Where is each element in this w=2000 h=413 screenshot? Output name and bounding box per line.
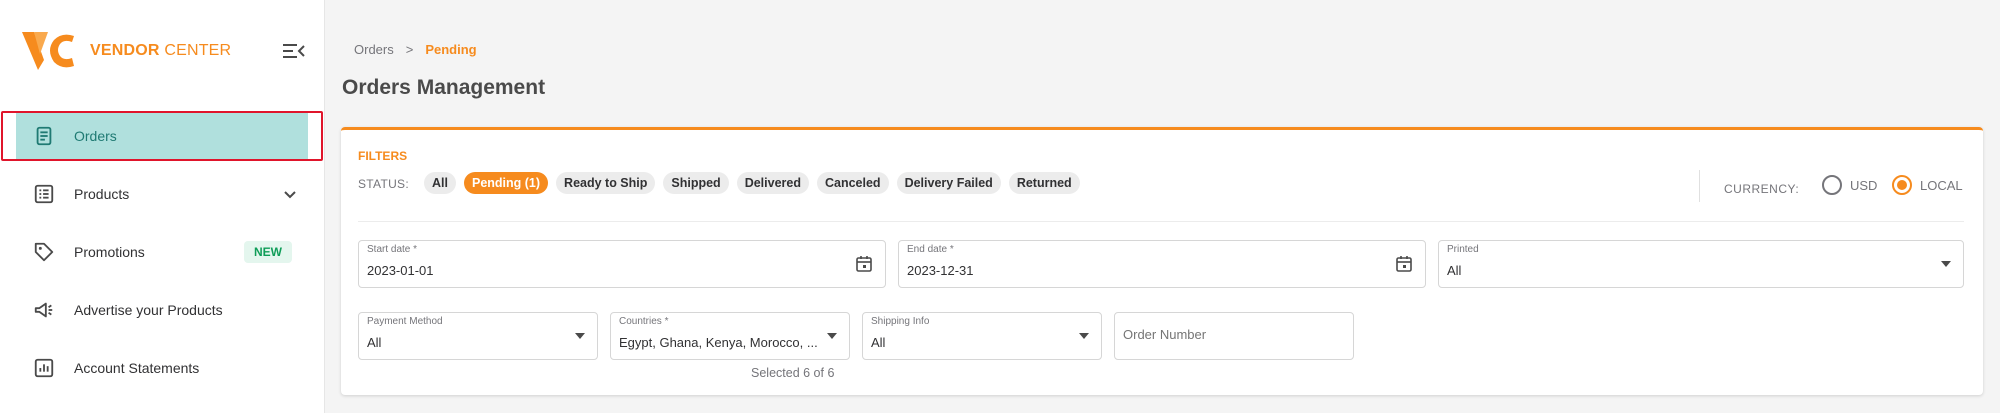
vc-logo-icon (22, 32, 74, 70)
shipping-info-label: Shipping Info (871, 316, 930, 327)
payment-method-select[interactable]: Payment Method All (358, 312, 598, 360)
brand-name: VENDOR CENTER (90, 42, 231, 60)
currency-usd-radio[interactable]: USD (1822, 175, 1877, 195)
end-date-field[interactable]: End date * 2023-12-31 (898, 240, 1426, 288)
chevron-down-icon[interactable] (280, 184, 300, 204)
radio-label-usd: USD (1850, 177, 1878, 193)
brand-name-thin: CENTER (164, 42, 232, 59)
brand-name-bold: VENDOR (90, 42, 160, 59)
printed-select[interactable]: Printed All (1438, 240, 1964, 288)
status-label: STATUS: (358, 177, 409, 191)
new-badge: NEW (244, 241, 292, 263)
sidebar-item-label: Promotions (74, 244, 145, 260)
countries-selected-count: Selected 6 of 6 (751, 366, 835, 380)
shipping-info-select[interactable]: Shipping Info All (862, 312, 1102, 360)
sidebar-item-advertise[interactable]: Advertise your Products (16, 287, 308, 333)
dropdown-arrow-icon (575, 333, 585, 339)
status-chip-canceled[interactable]: Canceled (816, 172, 889, 194)
status-chip-shipped[interactable]: Shipped (663, 172, 729, 194)
sidebar-item-account-statements[interactable]: Account Statements (16, 345, 308, 391)
currency-label: CURRENCY: (1724, 182, 1800, 196)
payment-method-value: All (367, 335, 382, 350)
sidebar-item-label: Advertise your Products (74, 302, 223, 318)
filters-title: FILTERS (358, 149, 408, 163)
status-chip-delivered[interactable]: Delivered (736, 172, 809, 194)
breadcrumb-orders-link[interactable]: Orders (354, 42, 394, 57)
divider (358, 221, 1964, 222)
start-date-value: 2023-01-01 (367, 263, 434, 278)
countries-value: Egypt, Ghana, Kenya, Morocco, ... (619, 335, 818, 350)
dropdown-arrow-icon (1079, 333, 1089, 339)
dropdown-arrow-icon (1941, 261, 1951, 267)
end-date-value: 2023-12-31 (907, 263, 974, 278)
calendar-icon[interactable] (1395, 255, 1413, 273)
status-chip-all[interactable]: All (424, 172, 456, 194)
breadcrumb-separator: > (405, 42, 414, 57)
printed-label: Printed (1447, 244, 1479, 255)
calendar-icon[interactable] (855, 255, 873, 273)
sidebar-item-label: Account Statements (74, 360, 200, 376)
status-chip-delivery-failed[interactable]: Delivery Failed (896, 172, 1001, 194)
printed-value: All (1447, 263, 1462, 278)
products-icon (32, 182, 56, 206)
sidebar: VENDOR CENTER Orders Products Promotions… (0, 0, 325, 413)
statement-icon (32, 356, 56, 380)
order-number-input[interactable] (1123, 327, 1323, 342)
shipping-info-value: All (871, 335, 886, 350)
filters-card: FILTERS STATUS: All Pending (1) Ready to… (341, 127, 1983, 395)
radio-label-local: LOCAL (1920, 177, 1963, 193)
currency-local-radio[interactable]: LOCAL (1892, 175, 1963, 195)
orders-icon (32, 124, 56, 148)
megaphone-icon (32, 298, 56, 322)
breadcrumb-current: Pending (425, 42, 477, 57)
start-date-field[interactable]: Start date * 2023-01-01 (358, 240, 886, 288)
collapse-menu-icon[interactable] (282, 40, 306, 62)
sidebar-item-products[interactable]: Products (16, 171, 308, 217)
divider (1699, 170, 1700, 202)
page-title: Orders Management (342, 76, 546, 99)
status-chips: All Pending (1) Ready to Ship Shipped De… (424, 172, 1080, 194)
tag-icon (32, 240, 56, 264)
breadcrumb: Orders > Pending (354, 42, 477, 57)
start-date-label: Start date * (367, 244, 418, 255)
countries-label: Countries * (619, 316, 669, 327)
end-date-label: End date * (907, 244, 954, 255)
sidebar-item-orders[interactable]: Orders (16, 113, 308, 159)
countries-select[interactable]: Countries * Egypt, Ghana, Kenya, Morocco… (610, 312, 850, 360)
vendor-center-logo[interactable]: VENDOR CENTER (22, 30, 231, 72)
order-number-field[interactable] (1114, 312, 1354, 360)
status-chip-ready-to-ship[interactable]: Ready to Ship (556, 172, 656, 194)
sidebar-item-promotions[interactable]: Promotions NEW (16, 229, 308, 275)
sidebar-item-label: Products (74, 186, 130, 202)
radio-checked-icon (1892, 175, 1912, 195)
radio-unchecked-icon (1822, 175, 1842, 195)
payment-method-label: Payment Method (367, 316, 443, 327)
dropdown-arrow-icon (827, 333, 837, 339)
sidebar-item-label: Orders (74, 128, 117, 144)
status-chip-pending[interactable]: Pending (1) (463, 172, 549, 194)
status-chip-returned[interactable]: Returned (1008, 172, 1080, 194)
